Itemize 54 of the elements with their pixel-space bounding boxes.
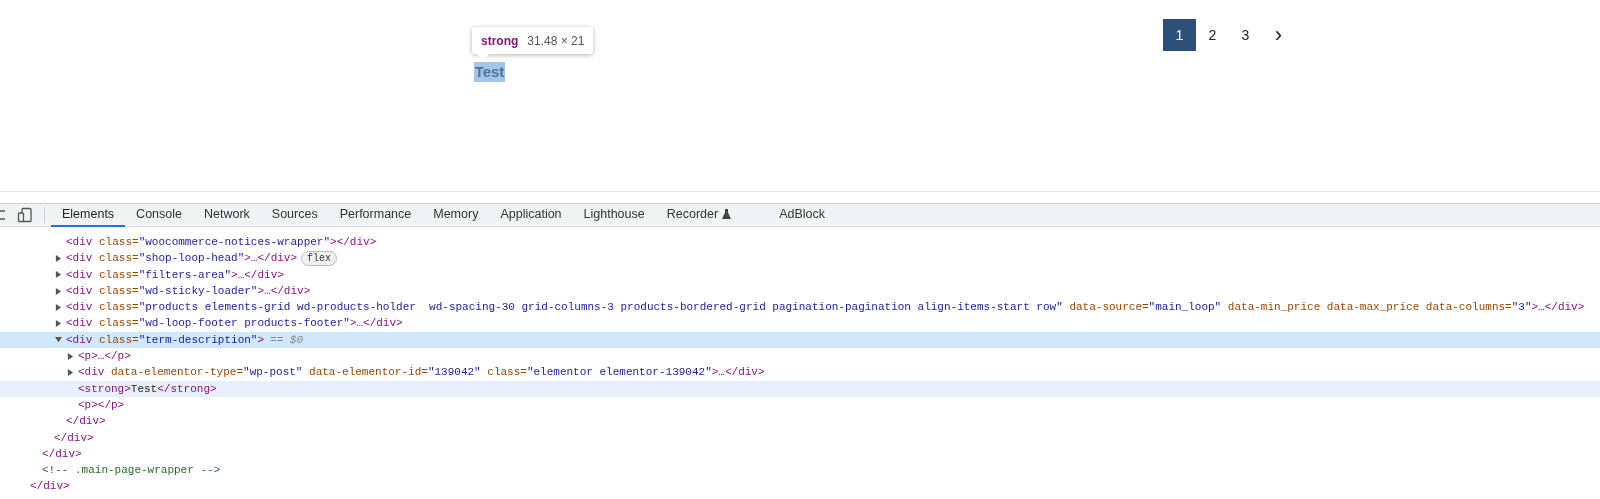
highlighted-text: Test	[474, 62, 505, 82]
html-tag[interactable]: <div class="wd-sticky-loader">…</div>	[66, 282, 311, 300]
devtools-tab[interactable]: Application	[489, 203, 573, 227]
flex-badge[interactable]: flex	[301, 250, 338, 266]
collapsed-arrow-icon[interactable]	[67, 369, 74, 376]
html-tag[interactable]: <p>…</p>	[78, 348, 131, 365]
flask-icon	[722, 209, 732, 219]
html-tag[interactable]: <div class="filters-area">…</div>	[66, 266, 284, 283]
closing-tag[interactable]: </div>	[30, 478, 70, 495]
closing-tag[interactable]: </div>	[42, 445, 82, 463]
devtools-tab[interactable]: AdBlock	[768, 203, 836, 227]
page-button[interactable]: 3	[1229, 19, 1262, 51]
collapsed-arrow-icon[interactable]	[55, 287, 62, 295]
page-button[interactable]: 1	[1163, 19, 1196, 51]
tree-row[interactable]: <p></p>	[0, 396, 1600, 414]
html-tag[interactable]: <p></p>	[78, 396, 125, 414]
tree-row[interactable]: <div class="wd-sticky-loader">…</div>	[0, 282, 1600, 300]
devtools-tab[interactable]: Sources	[260, 203, 329, 227]
closing-tag[interactable]: </div>	[66, 413, 106, 430]
html-tag[interactable]: <strong>Test</strong>	[78, 380, 217, 397]
tree-row[interactable]: <div class="term-description"> == $0	[0, 331, 1600, 349]
tooltip-size: 31.48 × 21	[527, 32, 585, 50]
expanded-arrow-icon[interactable]	[55, 336, 62, 344]
collapsed-arrow-icon[interactable]	[55, 271, 62, 279]
devtools-tab[interactable]: Recorder	[655, 203, 743, 227]
devtools-tab[interactable]: Memory	[422, 203, 490, 227]
page-button[interactable]: 2	[1196, 19, 1229, 51]
collapsed-arrow-icon[interactable]	[55, 254, 62, 262]
devtools-tab[interactable]: Console	[125, 203, 193, 227]
html-tag[interactable]: <div class="woocommerce-notices-wrapper"></div>	[66, 234, 377, 251]
html-comment[interactable]: <!-- .main-page-wrapper -->	[42, 462, 221, 479]
html-tag[interactable]: <div class="wd-loop-footer products-footer">…</div>	[66, 315, 403, 332]
tree-row[interactable]: <p>…</p>	[0, 348, 1600, 365]
selected-marker: == $0	[270, 332, 304, 348]
tree-row[interactable]: <strong>Test</strong>	[0, 380, 1600, 397]
devtools-tab[interactable]: Performance	[328, 203, 423, 227]
tree-row[interactable]: <div class="wd-loop-footer products-footer">…</div>	[0, 315, 1600, 332]
html-tag[interactable]: <div class="term-description">	[66, 331, 265, 349]
collapsed-arrow-icon[interactable]	[55, 320, 62, 328]
closing-tag[interactable]: </div>	[54, 429, 94, 446]
devtools-tab[interactable]: Network	[193, 203, 261, 227]
html-tag[interactable]: <div class="products elements-grid wd-products-holder wd-spacing-30 grid-columns-3 products-bordered-grid pagination-pagination align-items-start row" data-source="main_loop" data-min_price data-max_price data-columns="3">…</div>	[66, 299, 1585, 316]
collapsed-arrow-icon[interactable]	[67, 352, 74, 360]
tree-row[interactable]: <div class="woocommerce-notices-wrapper"></div>	[0, 234, 1600, 251]
tree-row[interactable]: <div data-elementor-type="wp-post" data-elementor-id="139042" class="elementor elementor-139042">…</div>	[0, 364, 1600, 381]
device-icon[interactable]	[17, 207, 33, 223]
next-page-button[interactable]: ›	[1262, 19, 1295, 51]
tree-row[interactable]: <div class="filters-area">…</div>	[0, 266, 1600, 283]
collapsed-arrow-icon[interactable]	[55, 303, 62, 311]
html-tag[interactable]: <div class="shop-loop-head">…</div>	[66, 250, 298, 267]
tooltip-tag: strong	[481, 31, 519, 50]
devtools-tab[interactable]: Lighthouse	[572, 203, 656, 227]
html-tag[interactable]: <div data-elementor-type="wp-post" data-elementor-id="139042" class="elementor elementor-139042">…</div>	[78, 364, 765, 381]
tree-row[interactable]: <div class="shop-loop-head">…</div> flex	[0, 250, 1600, 267]
